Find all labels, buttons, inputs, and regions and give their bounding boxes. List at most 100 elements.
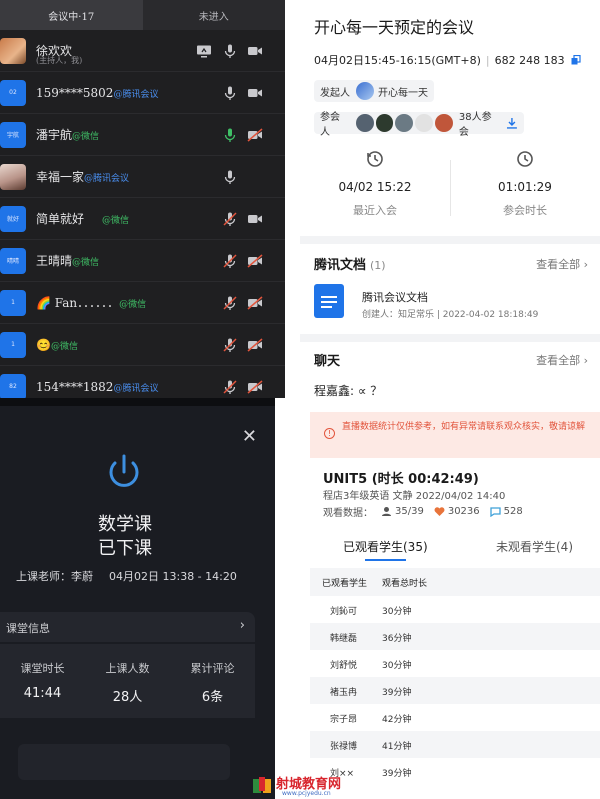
participant-avatar xyxy=(375,114,394,132)
camera-icon[interactable] xyxy=(247,85,263,101)
camera-icon[interactable] xyxy=(247,211,263,227)
join-source: @微信 xyxy=(72,258,100,268)
student-name: 宗子昂 xyxy=(330,715,358,725)
notice-banner: ! 直播数据统计仅供参考，如有异常请联系观众核实，敬请谅解 xyxy=(310,412,600,458)
recent-join-label: 最近入会 xyxy=(353,204,397,217)
col-student: 已观看学生 xyxy=(322,579,368,589)
copy-icon[interactable] xyxy=(571,54,581,65)
students-table-header: 已观看学生 观看总时长 xyxy=(310,568,600,596)
participant-name: 简单就好 @微信 xyxy=(36,212,130,226)
initiator-chip: 发起人 开心每一天 xyxy=(314,80,434,102)
doc-meta: 创建人：知足常乐 | 2022-04-02 18:18:49 xyxy=(362,310,539,320)
camera-icon[interactable] xyxy=(247,43,263,59)
class-ended-panel: ✕ 数学课 已下课 上课老师：李蔚 04月02日 13:38 - 14:20 课堂… xyxy=(0,398,275,799)
participant-name: 154****1882@腾讯会议 xyxy=(36,379,159,394)
tab-watched-students[interactable]: 已观看学生(35) xyxy=(343,538,428,561)
join-source: @微信 xyxy=(50,341,78,352)
teacher-and-time: 上课老师：李蔚 04月02日 13:38 - 14:20 xyxy=(16,570,237,583)
watch-time: 36分钟 xyxy=(382,634,412,644)
class-stats: 课堂时长 41:44 上课人数 28人 累计评论 6条 xyxy=(0,644,255,718)
participant-avatar xyxy=(395,114,414,132)
viewers-icon xyxy=(382,507,391,516)
stat-recent-join: 04/02 15:22 最近入会 xyxy=(300,150,450,218)
camera-off-icon[interactable] xyxy=(247,295,263,311)
stat-class-duration: 课堂时长 41:44 xyxy=(20,662,65,701)
mic-off-icon[interactable] xyxy=(222,211,238,227)
course-name: 数学课 xyxy=(98,514,152,535)
avatar: 晴晴 xyxy=(0,247,26,274)
live-meta: 程店3年级英语 文静 2022/04/02 14:40 xyxy=(323,491,506,502)
history-icon xyxy=(367,151,383,167)
avatar: 1 xyxy=(0,289,26,316)
watermark-url: www.pcjyedu.cn xyxy=(282,790,331,797)
stat-duration: 01:01:29 参会时长 xyxy=(450,150,600,218)
participant-row[interactable]: 幸福一家@腾讯会议 xyxy=(0,156,285,198)
mic-off-icon[interactable] xyxy=(222,253,238,269)
participant-avatar xyxy=(415,114,434,132)
table-row: 褚玉冉 39分钟 xyxy=(310,677,600,704)
participant-row[interactable]: 就好 简单就好 @微信 xyxy=(0,198,285,240)
initiator-label: 发起人 xyxy=(320,87,350,99)
student-name: 张禄博 xyxy=(330,742,358,752)
tab-not-joined[interactable]: 未进入 xyxy=(143,0,286,30)
duration-label: 参会时长 xyxy=(503,204,547,217)
participant-row[interactable]: 1 🌈 Fan．．．．．．@微信 xyxy=(0,282,285,324)
table-row: 韩继磊 36分钟 xyxy=(310,623,600,650)
col-watch-time: 观看总时长 xyxy=(382,579,428,589)
watch-time: 41分钟 xyxy=(382,742,412,752)
mic-off-icon[interactable] xyxy=(222,295,238,311)
host-label: (主持人，我) xyxy=(36,56,83,65)
table-row: 刘舒悦 30分钟 xyxy=(310,650,600,677)
doc-name-link[interactable]: 腾讯会议文档 xyxy=(362,289,428,305)
mic-icon[interactable] xyxy=(222,169,238,185)
comment-icon xyxy=(489,507,501,517)
avatar: 02 xyxy=(0,79,26,106)
mic-off-icon[interactable] xyxy=(222,379,238,395)
participant-row[interactable]: 宇航 潘宇航@微信 xyxy=(0,114,285,156)
meeting-id[interactable]: 682 248 183 xyxy=(495,54,565,67)
mic-icon[interactable] xyxy=(222,43,238,59)
camera-off-icon[interactable] xyxy=(247,337,263,353)
class-info-row[interactable]: 课堂信息 › xyxy=(0,612,255,642)
avatar: 就好 xyxy=(0,205,26,232)
participant-row[interactable]: 1 😊@微信 xyxy=(0,324,285,366)
avatar xyxy=(0,37,26,64)
chat-section-title: 聊天 xyxy=(314,354,341,369)
mic-icon[interactable] xyxy=(222,127,238,143)
class-info-label: 课堂信息 xyxy=(6,622,50,635)
participant-row[interactable]: 02 159****5802@腾讯会议 xyxy=(0,72,285,114)
docs-view-all-link[interactable]: 查看全部 › xyxy=(536,256,588,272)
avatar: 82 xyxy=(0,373,26,398)
watermark: 射城教育网 www.pcjyedu.cn xyxy=(252,772,362,798)
avatar xyxy=(0,163,26,190)
screen-share-icon[interactable] xyxy=(196,43,212,59)
meeting-stats: 04/02 15:22 最近入会 01:01:29 参会时长 xyxy=(300,150,600,230)
meeting-subtitle: 04月02日15:45-16:15(GMT+8) | 682 248 183 xyxy=(314,52,581,68)
chat-view-all-link[interactable]: 查看全部 › xyxy=(536,352,588,368)
close-icon[interactable]: ✕ xyxy=(242,426,257,447)
live-stats-panel: ! 直播数据统计仅供参考，如有异常请联系观众核实，敬请谅解 UNIT5 (时长 … xyxy=(310,398,600,799)
meeting-detail-panel: 开心每一天预定的会议 04月02日15:45-16:15(GMT+8) | 682 … xyxy=(300,0,600,398)
camera-off-icon[interactable] xyxy=(247,127,263,143)
participants-chip[interactable]: 参会人 38人参会 xyxy=(314,112,524,138)
watch-time: 39分钟 xyxy=(382,769,412,779)
participant-list-panel: 会议中·17 未进入 徐欢欢 (主持人，我) 02 159****5802@腾讯会议宇… xyxy=(0,0,285,398)
camera-off-icon[interactable] xyxy=(247,379,263,395)
camera-off-icon[interactable] xyxy=(247,253,263,269)
join-source: @腾讯会议 xyxy=(84,174,130,184)
watch-time: 42分钟 xyxy=(382,715,412,725)
download-icon[interactable] xyxy=(506,117,518,129)
student-name: 褚玉冉 xyxy=(330,688,358,698)
join-source: @微信 xyxy=(102,216,130,226)
table-row: 张禄博 41分钟 xyxy=(310,731,600,758)
mic-icon[interactable] xyxy=(222,85,238,101)
mic-off-icon[interactable] xyxy=(222,337,238,353)
live-title: UNIT5 (时长 00:42:49) xyxy=(323,472,479,487)
document-icon xyxy=(314,284,344,318)
faded-button[interactable] xyxy=(18,744,230,780)
participant-row[interactable]: 徐欢欢 (主持人，我) xyxy=(0,30,285,72)
tab-unwatched-students[interactable]: 未观看学生(4) xyxy=(496,538,573,555)
participant-row[interactable]: 82 154****1882@腾讯会议 xyxy=(0,366,285,398)
participant-row[interactable]: 晴晴 王晴晴@微信 xyxy=(0,240,285,282)
tab-in-meeting[interactable]: 会议中·17 xyxy=(0,0,143,30)
